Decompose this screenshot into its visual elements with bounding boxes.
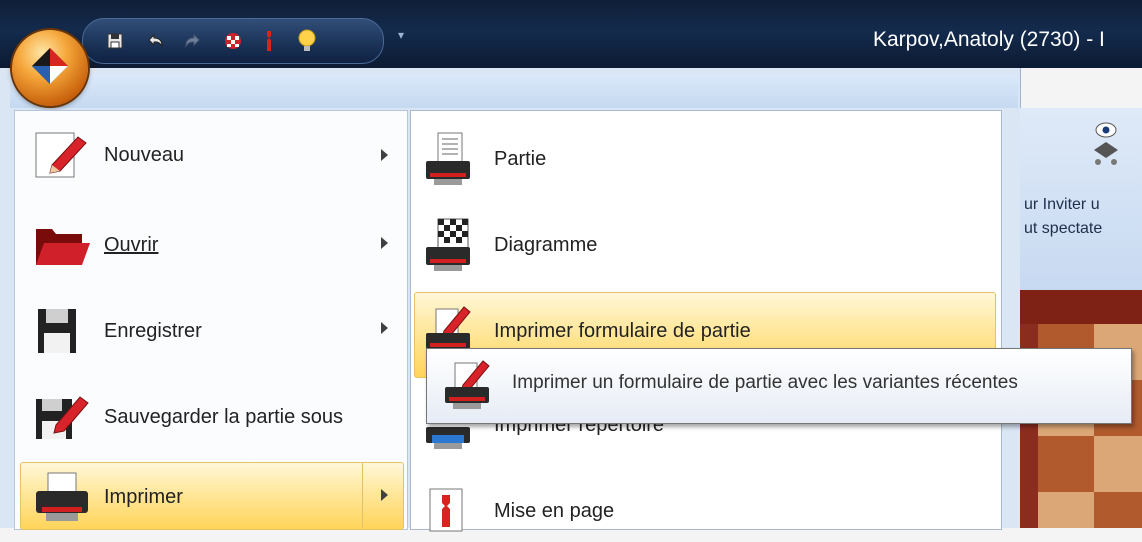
menu-item-nouveau-label: Nouveau xyxy=(104,143,185,166)
submenu-item-formulaire-label: Imprimer formulaire de partie xyxy=(494,319,751,342)
save-icon[interactable] xyxy=(103,29,127,53)
redo-icon[interactable] xyxy=(181,29,205,53)
menu-item-imprimer[interactable]: Imprimer xyxy=(34,470,183,524)
menu-item-imprimer-label: Imprimer xyxy=(104,485,183,508)
new-document-pencil-icon xyxy=(35,132,87,178)
submenu-arrow-icon xyxy=(381,322,388,334)
application-orb-button[interactable] xyxy=(12,30,88,106)
submenu-item-mise-en-page[interactable]: Mise en page xyxy=(424,480,614,542)
print-game-icon xyxy=(426,132,470,185)
folder-open-icon xyxy=(36,229,90,265)
hint-bulb-icon[interactable] xyxy=(295,29,319,53)
window-title: Karpov,Anatoly (2730) - I xyxy=(873,28,1105,51)
board-icon[interactable] xyxy=(221,29,245,53)
customize-toolbar-arrow[interactable]: ▾ xyxy=(398,28,404,42)
undo-icon[interactable] xyxy=(143,29,167,53)
menu-item-enregistrer-label: Enregistrer xyxy=(104,319,202,342)
submenu-item-diagramme[interactable]: Diagramme xyxy=(424,214,597,276)
submenu-item-diagramme-label: Diagramme xyxy=(494,233,598,256)
chess-logo-icon xyxy=(32,48,68,84)
printer-icon xyxy=(36,472,88,521)
submenu-arrow-icon xyxy=(381,149,388,161)
submenu-arrow-icon[interactable] xyxy=(381,489,388,501)
floppy-save-icon xyxy=(38,309,76,353)
application-menu-header xyxy=(10,74,1018,108)
split-button-divider xyxy=(362,462,363,528)
menu-item-enregistrer[interactable]: Enregistrer xyxy=(34,300,202,362)
tooltip-scoresheet-icon xyxy=(445,360,490,409)
menu-item-sauvegarder-sous[interactable]: Sauvegarder la partie sous xyxy=(34,386,343,448)
ribbon-text-2: ut spectate xyxy=(1024,220,1103,237)
submenu-item-mise-en-page-label: Mise en page xyxy=(494,499,615,522)
menu-item-ouvrir-label: Ouvrir xyxy=(104,233,159,256)
submenu-item-partie-label: Partie xyxy=(494,147,547,170)
submenu-item-partie[interactable]: Partie xyxy=(424,128,546,190)
menu-item-nouveau[interactable]: Nouveau xyxy=(34,124,184,186)
ribbon-text-1: ur Inviter u xyxy=(1024,196,1100,213)
eye-spectator-icon xyxy=(1094,122,1118,165)
save-as-icon xyxy=(36,396,89,439)
print-diagram-icon xyxy=(426,218,470,271)
quick-access-toolbar xyxy=(82,18,384,64)
submenu-arrow-icon xyxy=(381,237,388,249)
menu-item-ouvrir[interactable]: Ouvrir xyxy=(34,214,158,276)
menu-item-sauvegarder-sous-label: Sauvegarder la partie sous xyxy=(104,405,344,428)
tooltip-text: Imprimer un formulaire de partie avec le… xyxy=(512,372,1018,393)
tools-icon[interactable] xyxy=(257,29,281,53)
